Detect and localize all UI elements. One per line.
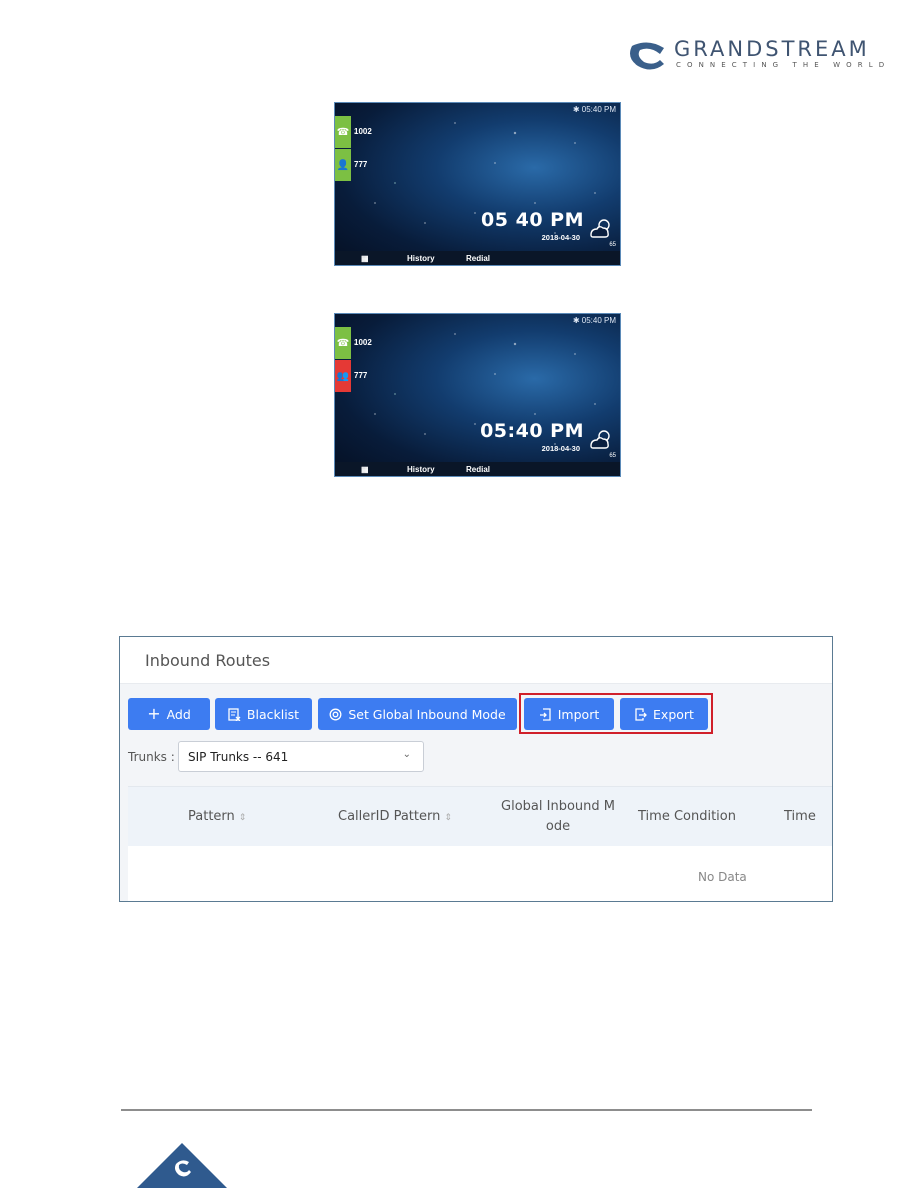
- trunks-selected-value: SIP Trunks -- 641: [188, 749, 289, 764]
- line-key-1-label: 1002: [354, 127, 372, 136]
- grandstream-logo-icon: [630, 42, 664, 70]
- phone-screen-idle: ✱ 05:40 PM ☎ 1002 👤 777 05 40 PM 2018-04…: [334, 102, 621, 266]
- empty-state-text: No Data: [698, 870, 747, 884]
- column-time-condition: Time Condition: [638, 809, 736, 824]
- clock: 05 40 PM: [481, 209, 584, 231]
- blacklist-icon: [228, 707, 241, 721]
- brand-tagline: CONNECTING THE WORLD: [676, 61, 891, 69]
- plus-icon: +: [147, 704, 161, 723]
- trunks-label: Trunks :: [128, 750, 175, 764]
- settings-circle-icon: [329, 708, 342, 720]
- status-bar: ✱ 05:40 PM: [572, 105, 616, 114]
- line-key-1[interactable]: ☎: [335, 116, 351, 148]
- contact-icon: 👤: [336, 159, 350, 171]
- page-title: Inbound Routes: [120, 637, 832, 684]
- sort-icon[interactable]: ⇕: [444, 813, 452, 823]
- softkey-bar: ▦ History Redial: [335, 462, 620, 476]
- line-key-2-label: 777: [354, 371, 368, 380]
- date: 2018-04-30: [541, 444, 580, 453]
- phone-handset-icon: ☎: [336, 337, 350, 349]
- chevron-down-icon: ⌄: [402, 749, 411, 760]
- line-key-1-label: 1002: [354, 338, 372, 347]
- line-key-2[interactable]: 👤: [335, 149, 351, 181]
- trunks-select[interactable]: SIP Trunks -- 641 ⌄: [178, 741, 424, 772]
- softkey-bar: ▦ History Redial: [335, 251, 620, 265]
- set-global-inbound-mode-button[interactable]: Set Global Inbound Mode: [318, 698, 517, 730]
- sort-icon[interactable]: ⇕: [239, 813, 247, 823]
- clock: 05:40 PM: [480, 420, 584, 442]
- grandstream-triangle-logo-icon: [137, 1143, 227, 1188]
- softkey-redial[interactable]: Redial: [466, 254, 490, 263]
- contacts-busy-icon: 👥: [336, 370, 350, 382]
- table-body: No Data: [128, 846, 832, 901]
- column-callerid-pattern[interactable]: CallerID Pattern ⇕: [338, 807, 452, 828]
- line-key-1[interactable]: ☎: [335, 327, 351, 359]
- import-export-highlight: [519, 693, 713, 734]
- softkey-redial[interactable]: Redial: [466, 465, 490, 474]
- partly-cloudy-icon: [590, 430, 610, 449]
- menu-grid-icon[interactable]: ▦: [361, 465, 369, 474]
- add-button[interactable]: + Add: [128, 698, 210, 730]
- inbound-routes-panel: Inbound Routes + Add Blacklist Set Globa…: [119, 636, 833, 902]
- date: 2018-04-30: [541, 233, 580, 242]
- temperature: 65: [609, 453, 616, 459]
- grandstream-logo: GRANDSTREAM CONNECTING THE WORLD: [630, 37, 884, 74]
- phone-screen-busy: ✱ 05:40 PM ☎ 1002 👥 777 05:40 PM 2018-04…: [334, 313, 621, 477]
- line-key-2[interactable]: 👥: [335, 360, 351, 392]
- status-time: 05:40 PM: [581, 316, 616, 325]
- status-time: 05:40 PM: [581, 105, 616, 114]
- softkey-history[interactable]: History: [407, 254, 435, 263]
- partly-cloudy-icon: [590, 219, 610, 238]
- softkey-history[interactable]: History: [407, 465, 435, 474]
- column-pattern[interactable]: Pattern ⇕: [188, 807, 246, 828]
- footer-divider: [121, 1109, 812, 1111]
- column-global-inbound-mode: Global Inbound M ode: [501, 799, 615, 834]
- menu-grid-icon[interactable]: ▦: [361, 254, 369, 263]
- brand-name: GRANDSTREAM: [674, 37, 870, 61]
- line-key-2-label: 777: [354, 160, 368, 169]
- status-bar: ✱ 05:40 PM: [572, 316, 616, 325]
- table-header: Pattern ⇕ CallerID Pattern ⇕ Global Inboun…: [128, 786, 832, 847]
- column-time: Time: [784, 809, 816, 824]
- blacklist-button[interactable]: Blacklist: [215, 698, 312, 730]
- phone-handset-icon: ☎: [336, 126, 350, 138]
- temperature: 65: [609, 242, 616, 248]
